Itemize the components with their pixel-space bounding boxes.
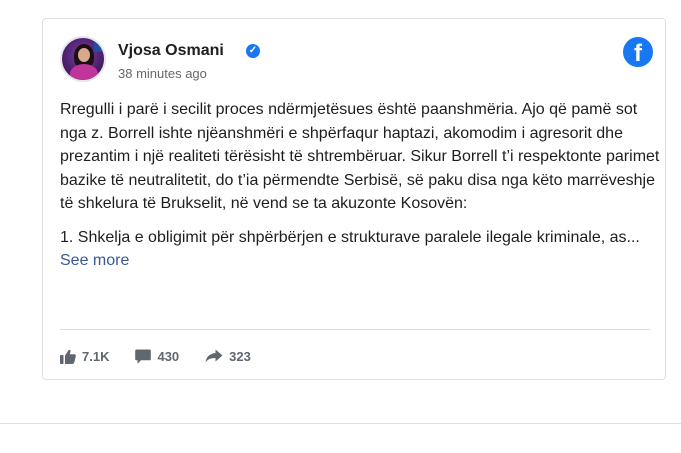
share-arrow-icon [205,349,223,363]
post-timestamp[interactable]: 38 minutes ago [118,66,207,81]
verified-check-icon: ✓ [246,44,260,58]
thumbs-up-icon [60,349,76,364]
flag-icon [94,42,102,52]
facebook-post-card: Vjosa Osmani ✓ 38 minutes ago f Rregulli… [42,18,666,380]
shares-count: 323 [229,348,251,364]
post-body: Rregulli i parë i secilit proces ndërmje… [60,98,660,283]
likes-count: 7.1K [82,348,110,364]
author-name[interactable]: Vjosa Osmani [118,42,224,60]
likes-stat[interactable]: 7.1K [60,349,109,364]
post-paragraph-text: 1. Shkelja e obligimit për shpërbërjen e… [60,228,640,246]
post-stats: 7.1K 430 323 [60,346,277,366]
comments-stat[interactable]: 430 [135,349,179,364]
facebook-logo-icon[interactable]: f [623,37,653,67]
see-more-link[interactable]: See more [60,252,129,269]
shares-stat[interactable]: 323 [205,349,251,364]
divider [60,329,650,330]
divider [0,423,681,424]
post-paragraph: Rregulli i parë i secilit proces ndërmje… [60,101,660,212]
comments-count: 430 [157,348,180,364]
comment-icon [135,349,152,364]
avatar[interactable] [60,36,106,82]
post-paragraph: 1. Shkelja e obligimit për shpërbërjen e… [60,226,660,273]
